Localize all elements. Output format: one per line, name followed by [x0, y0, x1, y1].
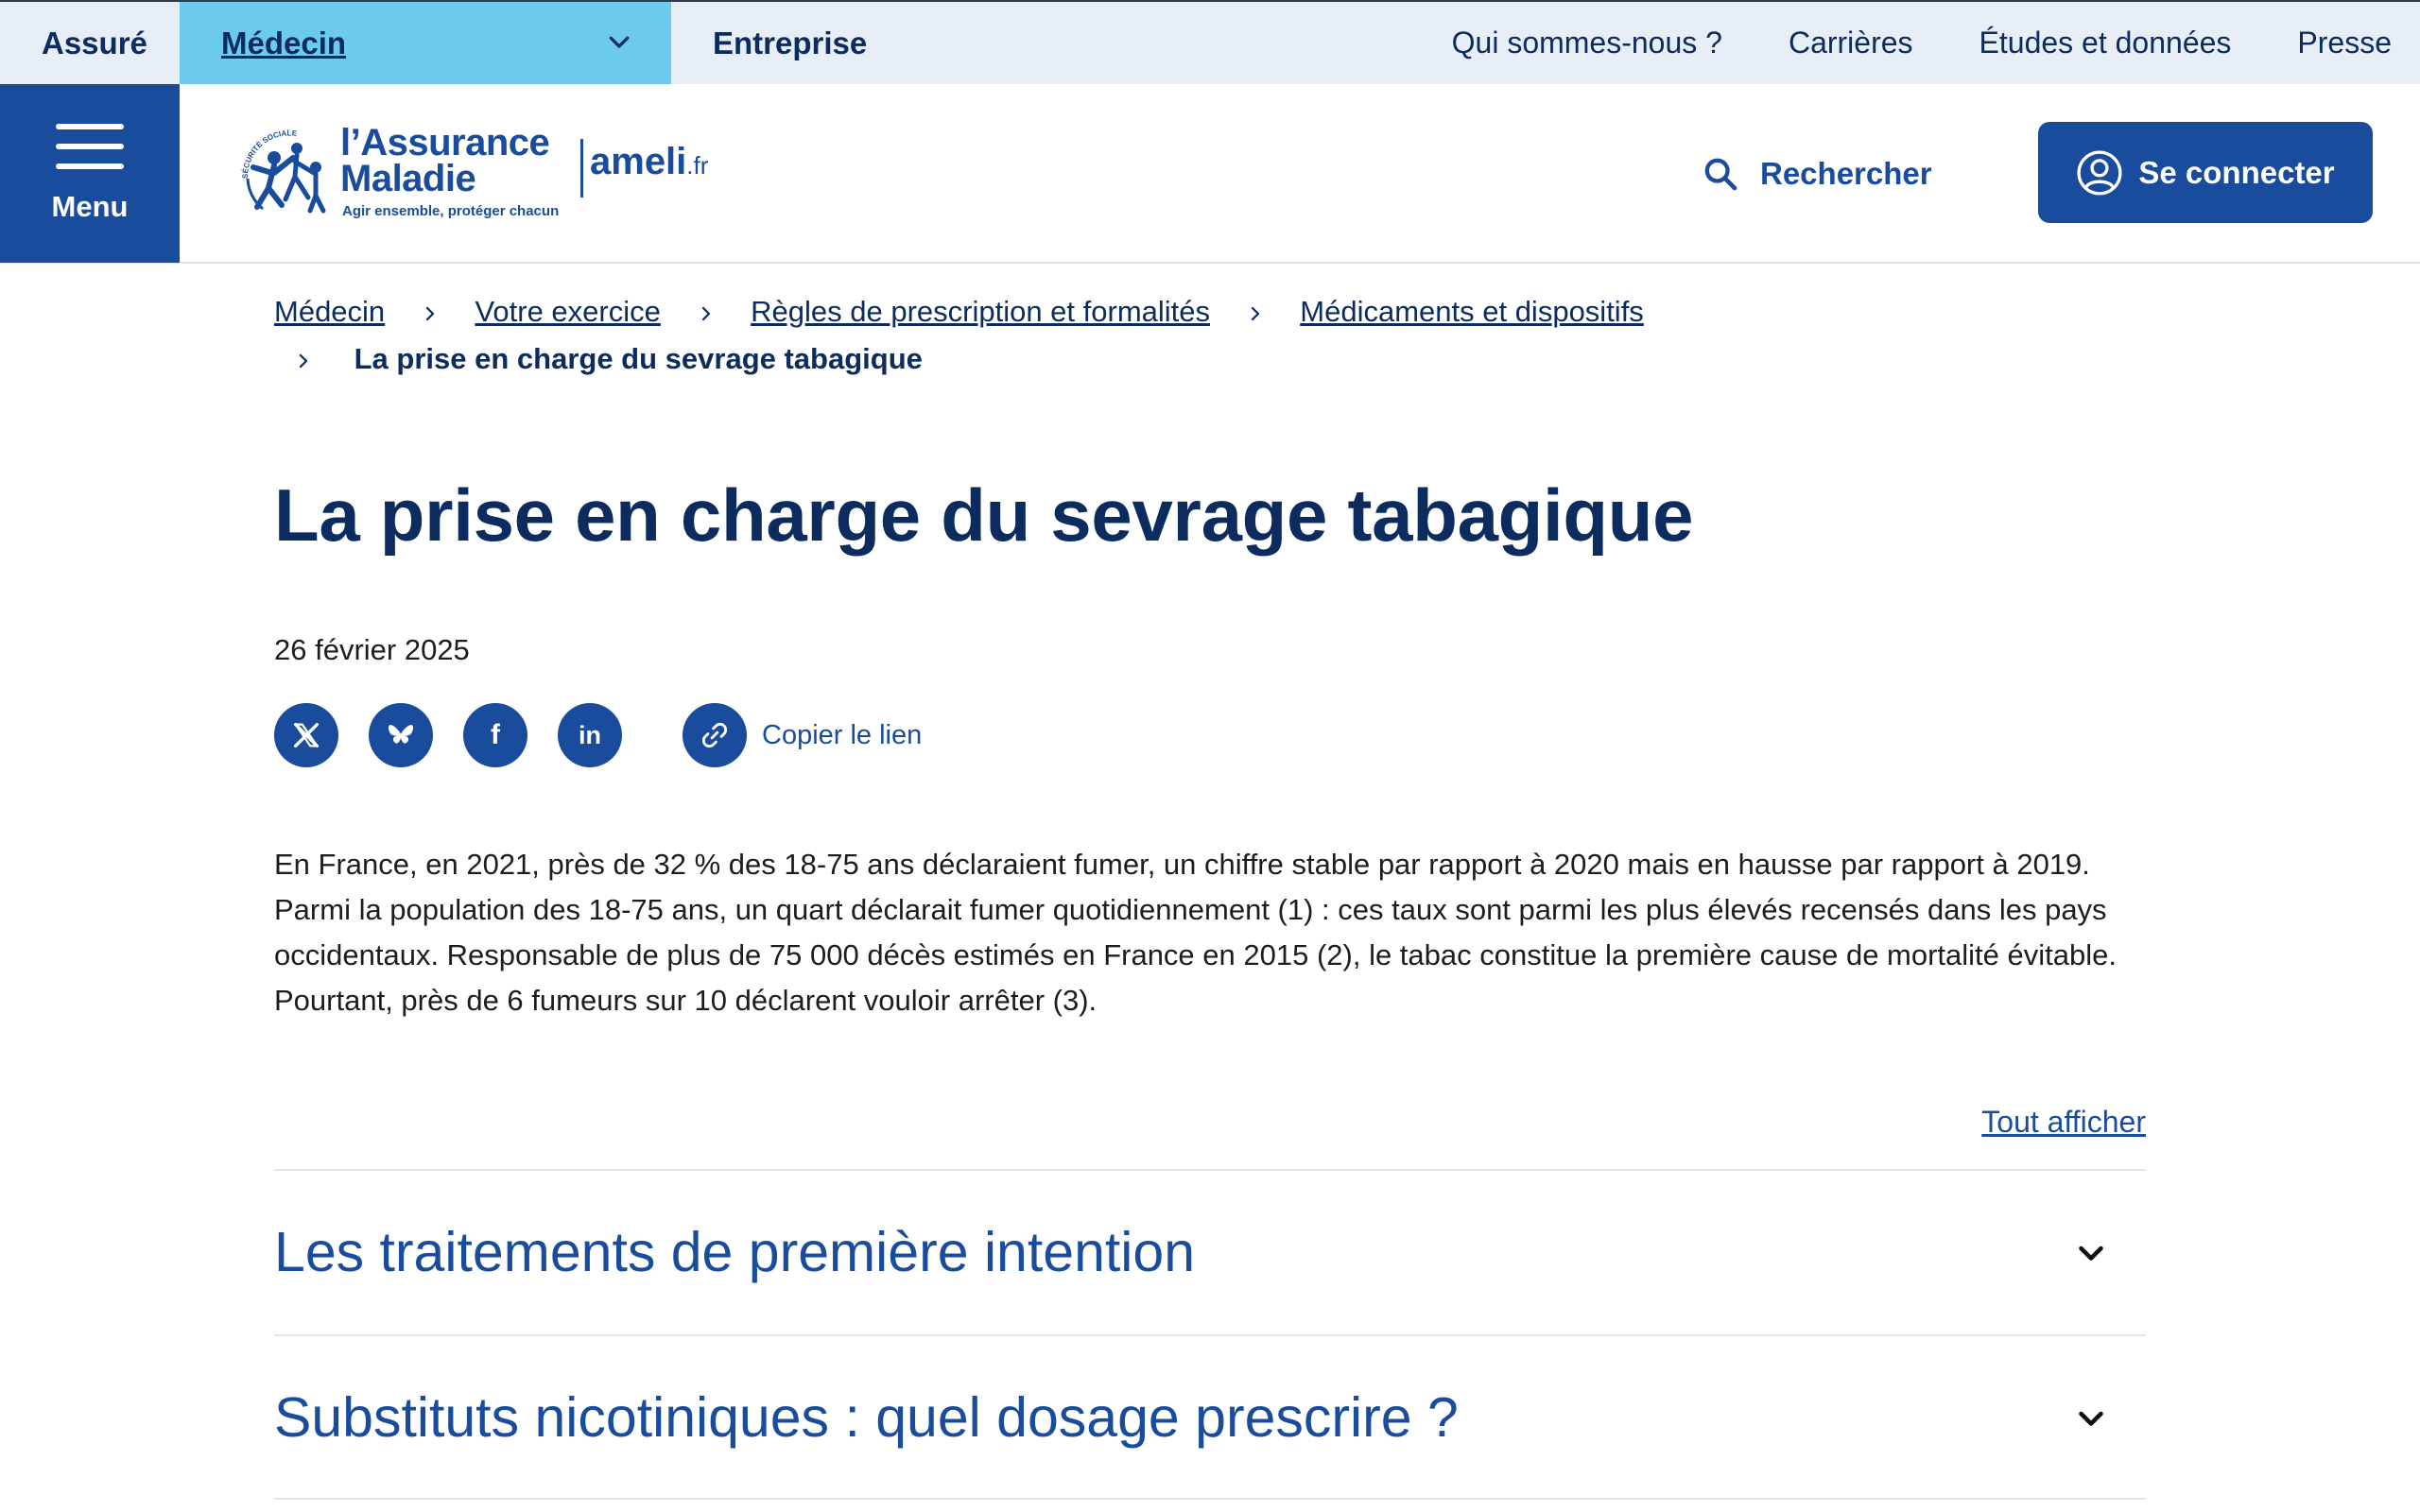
accordion-item-substituts[interactable]: Substituts nicotiniques : quel dosage pr… — [274, 1334, 2146, 1500]
search-icon — [1704, 158, 1737, 191]
topnav-presse[interactable]: Presse — [2297, 26, 2392, 60]
show-all-link[interactable]: Tout afficher — [1981, 1105, 2146, 1140]
x-icon — [293, 722, 320, 748]
menu-label: Menu — [51, 189, 129, 223]
copy-link-label[interactable]: Copier le lien — [762, 720, 922, 751]
accordion-title: Les traitements de première intention — [274, 1221, 1196, 1283]
login-button[interactable]: Se connecter — [2038, 122, 2373, 223]
ameli-site-suffix: .fr — [686, 151, 709, 180]
hamburger-icon — [56, 123, 124, 169]
accordion-title: Substituts nicotiniques : quel dosage pr… — [274, 1386, 1459, 1449]
copy-link-button[interactable] — [683, 703, 747, 767]
facebook-icon: f — [491, 719, 500, 750]
assurance-maladie-logo[interactable]: SÉCURITÉ SOCIALE l’Assurance Maladie Agi… — [234, 120, 726, 224]
share-facebook-button[interactable]: f — [463, 703, 527, 767]
breadcrumb-link-votre-exercice[interactable]: Votre exercice — [475, 295, 660, 328]
chevron-down-icon — [609, 36, 630, 48]
user-icon — [2077, 149, 2122, 196]
assurance-maladie-emblem-icon: SÉCURITÉ SOCIALE — [241, 129, 326, 214]
page-title: La prise en charge du sevrage tabagique — [274, 473, 1694, 557]
logo-title-line2: Maladie — [340, 158, 476, 199]
top-navigation: Qui sommes-nous ? Carrières Études et do… — [1452, 2, 2392, 84]
link-icon — [701, 722, 728, 748]
share-linkedin-button[interactable]: in — [558, 703, 622, 767]
breadcrumb-link-medecin[interactable]: Médecin — [274, 295, 385, 328]
topnav-etudes-donnees[interactable]: Études et données — [1979, 26, 2232, 60]
chevron-right-icon — [425, 306, 434, 320]
intro-paragraph: En France, en 2021, près de 32 % des 18-… — [274, 848, 2117, 1017]
ameli-site-name: ameli — [590, 141, 687, 182]
menu-button[interactable]: Menu — [0, 84, 180, 263]
ameli-wordmark: ameli.fr — [590, 141, 708, 183]
publication-date: 26 février 2025 — [274, 633, 470, 666]
breadcrumb-link-medicaments-dispositifs[interactable]: Médicaments et dispositifs — [1300, 295, 1644, 328]
site-header: Menu SÉCURITÉ SOCIALE l’Assurance Maladi… — [0, 84, 2420, 264]
breadcrumb-current: La prise en charge du sevrage tabagique — [354, 342, 923, 375]
chevron-right-icon — [1251, 306, 1259, 320]
audience-bar: Assuré Médecin Entreprise Qui sommes-nou… — [0, 0, 2420, 84]
audience-tab-entreprise[interactable]: Entreprise — [713, 2, 867, 84]
login-label: Se connecter — [2138, 154, 2335, 190]
chevron-right-icon — [701, 306, 710, 320]
audience-tab-medecin[interactable]: Médecin — [180, 2, 671, 84]
search-button[interactable]: Rechercher — [1702, 148, 1932, 199]
bluesky-icon — [388, 725, 414, 744]
chevron-down-icon — [2079, 1411, 2103, 1426]
accordion-item-traitements[interactable]: Les traitements de première intention — [274, 1169, 2146, 1334]
linkedin-icon: in — [579, 720, 601, 749]
audience-tab-assure[interactable]: Assuré — [42, 2, 147, 84]
audience-tab-medecin-label: Médecin — [221, 25, 347, 60]
logo-tagline: Agir ensemble, protéger chacun — [342, 203, 560, 219]
chevron-right-icon — [299, 353, 308, 368]
share-bluesky-button[interactable] — [369, 703, 433, 767]
accordion: Les traitements de première intention Su… — [274, 1169, 2146, 1500]
logo-separator — [580, 139, 583, 198]
topnav-qui-sommes-nous[interactable]: Qui sommes-nous ? — [1452, 26, 1722, 60]
breadcrumb-link-regles-prescription[interactable]: Règles de prescription et formalités — [751, 295, 1210, 328]
chevron-down-icon — [2079, 1246, 2103, 1261]
topnav-carrieres[interactable]: Carrières — [1789, 26, 1913, 60]
search-label: Rechercher — [1760, 156, 1932, 191]
share-x-button[interactable] — [274, 703, 338, 767]
